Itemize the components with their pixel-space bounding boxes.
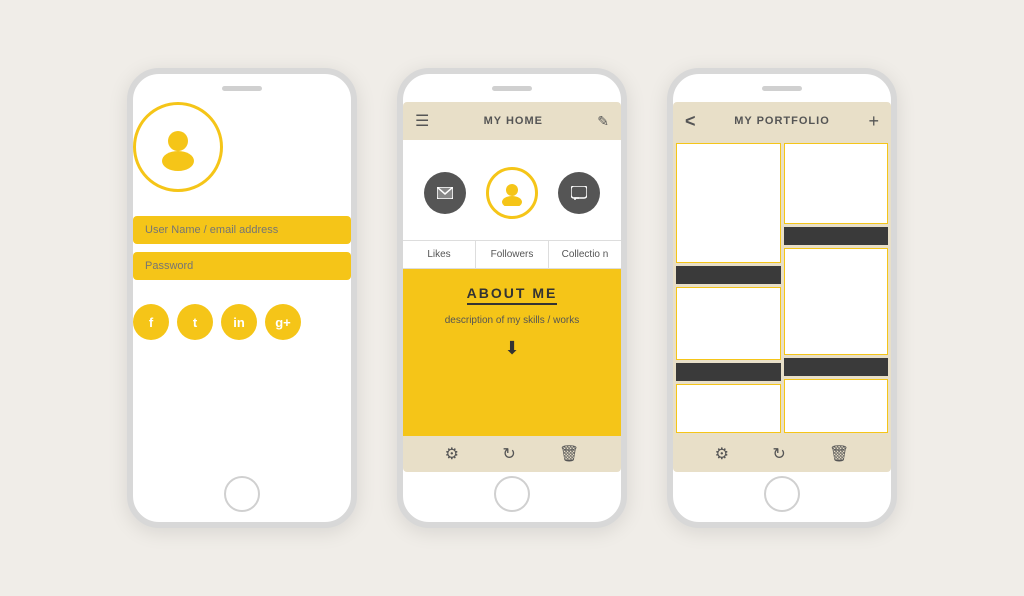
portfolio-cell-r5 <box>784 379 889 433</box>
password-input[interactable] <box>133 252 351 280</box>
message-button[interactable] <box>424 172 466 214</box>
refresh-icon[interactable]: ↻ <box>502 444 515 464</box>
portfolio-title: MY PORTFOLIO <box>734 115 830 127</box>
portfolio-cell-r3 <box>784 248 889 355</box>
about-description: description of my skills / works <box>445 313 579 328</box>
home-title: MY HOME <box>484 115 543 127</box>
portfolio-cell-r1 <box>784 143 889 224</box>
portfolio-cell-4-dark <box>676 363 781 381</box>
google-icon[interactable]: g+ <box>265 304 301 340</box>
linkedin-icon[interactable]: in <box>221 304 257 340</box>
profile-section <box>403 140 621 240</box>
portfolio-cell-1 <box>676 143 781 263</box>
phones-container: f t in g+ ☰ MY HOME ✎ <box>0 48 1024 548</box>
portfolio-cell-r4-dark <box>784 358 889 376</box>
social-icons-row: f t in g+ <box>133 304 351 340</box>
add-icon[interactable]: + <box>868 111 879 132</box>
portfolio-content <box>673 140 891 436</box>
back-icon[interactable]: < <box>685 111 696 132</box>
edit-icon[interactable]: ✎ <box>597 113 609 130</box>
twitter-icon[interactable]: t <box>177 304 213 340</box>
portfolio-cell-2-dark <box>676 266 781 284</box>
phone-home: ☰ MY HOME ✎ <box>397 68 627 528</box>
portfolio-footer: ⚙ ↻ 🗑 <box>673 436 891 472</box>
home-footer: ⚙ ↻ 🗑 <box>403 436 621 472</box>
user-icon <box>154 123 202 171</box>
menu-icon[interactable]: ☰ <box>415 111 429 131</box>
portfolio-screen: < MY PORTFOLIO + <box>673 102 891 472</box>
username-input[interactable] <box>133 216 351 244</box>
portfolio-left-column <box>676 143 781 433</box>
tab-likes[interactable]: Likes <box>403 241 476 268</box>
tab-followers[interactable]: Followers <box>476 241 549 268</box>
home-screen: ☰ MY HOME ✎ <box>403 102 621 472</box>
home-button-3[interactable] <box>764 476 800 512</box>
trash-icon[interactable]: 🗑 <box>559 444 579 464</box>
tabs-section: Likes Followers Collectio n <box>403 240 621 269</box>
home-header: ☰ MY HOME ✎ <box>403 102 621 140</box>
portfolio-header: < MY PORTFOLIO + <box>673 102 891 140</box>
refresh-icon-3[interactable]: ↻ <box>772 444 785 464</box>
settings-icon[interactable]: ⚙ <box>445 444 459 464</box>
down-arrow-icon: ⬇ <box>504 338 519 359</box>
tab-collection[interactable]: Collectio n <box>549 241 621 268</box>
portfolio-cell-3 <box>676 287 781 360</box>
phone-portfolio: < MY PORTFOLIO + <box>667 68 897 528</box>
portfolio-cell-5 <box>676 384 781 433</box>
avatar-circle <box>133 102 223 192</box>
facebook-icon[interactable]: f <box>133 304 169 340</box>
portfolio-right-column <box>784 143 889 433</box>
phone-login: f t in g+ <box>127 68 357 528</box>
comment-button[interactable] <box>558 172 600 214</box>
portfolio-cell-r2-dark <box>784 227 889 245</box>
login-screen: f t in g+ <box>133 102 351 472</box>
home-button[interactable] <box>224 476 260 512</box>
profile-avatar-button[interactable] <box>486 167 538 219</box>
about-title: ABOUT ME <box>467 285 558 305</box>
home-button-2[interactable] <box>494 476 530 512</box>
about-section: ABOUT ME description of my skills / work… <box>403 269 621 436</box>
settings-icon-3[interactable]: ⚙ <box>715 444 729 464</box>
trash-icon-3[interactable]: 🗑 <box>829 444 849 464</box>
